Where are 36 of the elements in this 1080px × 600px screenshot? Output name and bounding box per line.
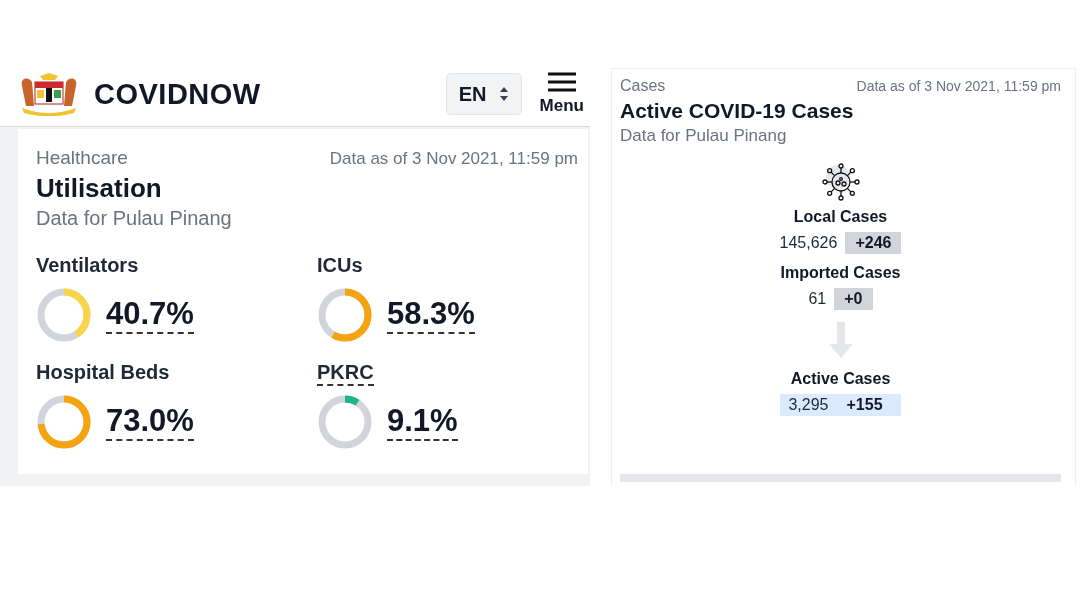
card-subtitle: Data for Pulau Pinang bbox=[620, 126, 788, 146]
menu-button[interactable]: Menu bbox=[539, 72, 584, 116]
metric-label[interactable]: PKRC bbox=[317, 361, 374, 386]
sort-caret-icon bbox=[498, 86, 509, 102]
case-total: 61 bbox=[808, 289, 828, 309]
case-label: Local Cases bbox=[793, 208, 888, 226]
card-subtitle: Data for Pulau Pinang bbox=[36, 207, 233, 230]
case-change: +155 bbox=[845, 395, 884, 415]
metric-value[interactable]: 58.3% bbox=[387, 296, 475, 334]
case-change: +246 bbox=[845, 232, 902, 254]
donut-gauge bbox=[317, 287, 373, 343]
brand-name: COVIDNOW bbox=[94, 77, 262, 111]
donut-gauge bbox=[317, 394, 373, 450]
metric-label: Hospital Beds bbox=[36, 361, 170, 385]
donut-gauge bbox=[36, 287, 92, 343]
metric-value[interactable]: 40.7% bbox=[106, 296, 194, 334]
case-label: Imported Cases bbox=[780, 264, 901, 282]
donut-gauge bbox=[36, 394, 92, 450]
data-timestamp: Data as of 3 Nov 2021, 11:59 pm bbox=[329, 149, 578, 169]
case-total: 145,626 bbox=[779, 233, 839, 253]
menu-icon bbox=[546, 72, 577, 92]
virus-icon bbox=[820, 162, 861, 202]
case-label: Active Cases bbox=[790, 370, 891, 388]
metric-value[interactable]: 73.0% bbox=[106, 403, 194, 441]
metric-label: ICUs bbox=[317, 254, 363, 278]
case-change: +0 bbox=[834, 288, 873, 310]
metric-label: Ventilators bbox=[36, 254, 139, 278]
section-category: Cases bbox=[620, 77, 666, 95]
down-arrow-icon bbox=[826, 320, 855, 360]
case-total: 3,295 bbox=[788, 395, 830, 415]
section-category: Healthcare bbox=[36, 147, 128, 169]
language-select[interactable]: EN bbox=[445, 73, 522, 115]
card-title: Utilisation bbox=[36, 173, 163, 204]
data-timestamp: Data as of 3 Nov 2021, 11:59 pm bbox=[856, 78, 1061, 94]
card-title: Active COVID-19 Cases bbox=[620, 99, 855, 123]
metric-value[interactable]: 9.1% bbox=[387, 403, 458, 441]
